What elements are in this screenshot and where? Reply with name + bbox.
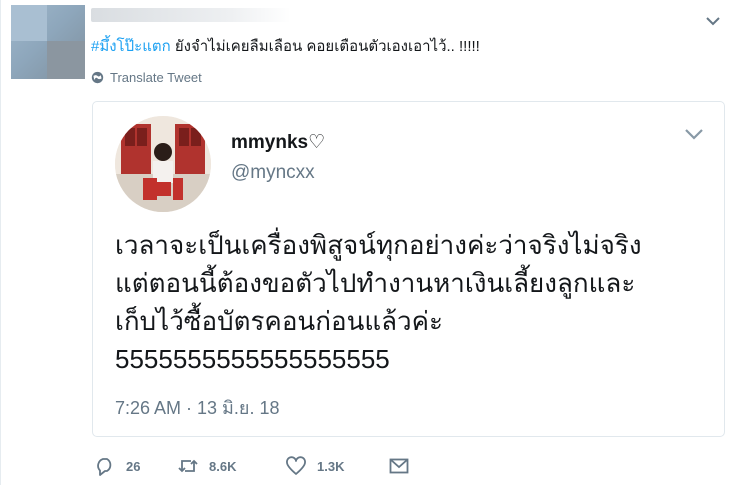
chevron-down-icon[interactable]: [683, 126, 705, 142]
tweet-text: #มึ้งโป๊ะแตก ยังจำไม่เคยลืมเลือน คอยเตือ…: [91, 38, 480, 56]
reply-count: 26: [126, 458, 141, 474]
quoted-body-line: เก็บไว้ซื้อบัตรคอนก่อนแล้วค่ะ: [115, 306, 443, 336]
retweet-icon: [178, 459, 198, 473]
quoted-body-line: แต่ตอนนี้ต้องขอตัวไปทำงานหาเงินเลี้ยงลูก…: [115, 268, 636, 298]
direct-message-button[interactable]: [388, 456, 410, 476]
author-name-redacted: [91, 8, 291, 22]
like-count: 1.3K: [317, 458, 345, 474]
tweet-actions: 26 8.6K 1.3K: [94, 453, 410, 479]
translate-label: Translate Tweet: [110, 70, 202, 85]
quoted-author-avatar[interactable]: [115, 116, 211, 212]
tweet: #มึ้งโป๊ะแตก ยังจำไม่เคยลืมเลือน คอยเตือ…: [0, 0, 735, 485]
quoted-timestamp[interactable]: 7:26 AM · 13 มิ.ย. 18: [115, 393, 280, 422]
quoted-body-line: เวลาจะเป็นเครื่องพิสูจน์ทุกอย่างค่ะว่าจร…: [115, 230, 642, 260]
quoted-author-handle[interactable]: @myncxx: [231, 162, 315, 184]
author-avatar[interactable]: [11, 5, 85, 79]
reply-button[interactable]: 26: [94, 456, 177, 476]
quoted-author-name[interactable]: mmynks♡: [231, 131, 325, 154]
quoted-tweet[interactable]: mmynks♡ @myncxx เวลาจะเป็นเครื่องพิสูจน์…: [92, 101, 725, 437]
quoted-body-line: 5555555555555555555: [115, 344, 390, 374]
like-button[interactable]: 1.3K: [285, 456, 388, 476]
message-icon: [389, 458, 409, 474]
globe-icon: [91, 71, 104, 84]
reply-icon: [97, 458, 112, 476]
retweet-button[interactable]: 8.6K: [177, 456, 285, 476]
hashtag-link[interactable]: #มึ้งโป๊ะแตก: [91, 38, 171, 55]
quoted-tweet-body: เวลาจะเป็นเครื่องพิสูจน์ทุกอย่างค่ะว่าจร…: [115, 226, 642, 378]
chevron-down-icon[interactable]: [704, 14, 722, 28]
retweet-count: 8.6K: [209, 458, 237, 474]
translate-tweet-link[interactable]: Translate Tweet: [91, 70, 202, 85]
like-icon: [286, 456, 306, 475]
tweet-body: ยังจำไม่เคยลืมเลือน คอยเตือนตัวเองเอาไว้…: [170, 38, 480, 55]
